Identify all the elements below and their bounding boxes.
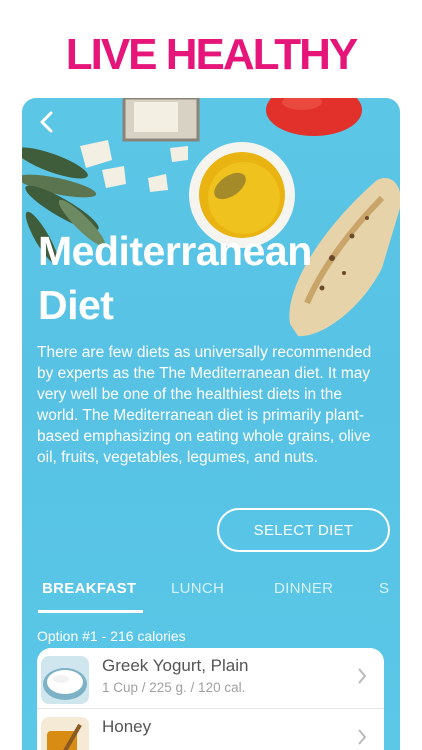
food-detail: 1 Cup / 225 g. / 120 cal. — [102, 680, 246, 695]
option-calories-label: Option #1 - 216 calories — [37, 628, 186, 644]
food-item-honey[interactable]: Honey — [37, 708, 384, 750]
tab-lunch[interactable]: LUNCH — [171, 580, 224, 597]
chevron-right-icon — [356, 727, 368, 750]
tab-snacks[interactable]: S — [379, 580, 389, 597]
cheese-shavings-icon — [80, 140, 188, 192]
grater-icon — [122, 98, 200, 142]
active-tab-indicator — [38, 610, 143, 613]
chevron-right-icon — [356, 666, 368, 692]
food-item-greek-yogurt[interactable]: Greek Yogurt, Plain 1 Cup / 225 g. / 120… — [37, 648, 384, 708]
app-headline: LIVE HEALTHY — [65, 30, 359, 79]
tab-breakfast[interactable]: BREAKFAST — [42, 580, 136, 597]
food-name: Honey — [102, 717, 152, 736]
chevron-left-icon — [40, 111, 53, 133]
meal-tabs: BREAKFAST LUNCH DINNER S — [22, 576, 400, 616]
food-list: Greek Yogurt, Plain 1 Cup / 225 g. / 120… — [37, 648, 384, 750]
back-button[interactable] — [36, 110, 60, 134]
food-name: Greek Yogurt, Plain — [102, 656, 249, 675]
select-diet-button[interactable]: SELECT DIET — [217, 508, 390, 552]
diet-title: Mediterranean Diet — [38, 228, 312, 328]
yogurt-icon — [41, 656, 89, 704]
tomato-icon — [266, 98, 362, 136]
honey-icon — [41, 717, 89, 750]
diet-card: Mediterranean Diet There are few diets a… — [22, 98, 400, 750]
diet-description: There are few diets as universally recom… — [37, 344, 372, 466]
tab-dinner[interactable]: DINNER — [274, 580, 333, 597]
